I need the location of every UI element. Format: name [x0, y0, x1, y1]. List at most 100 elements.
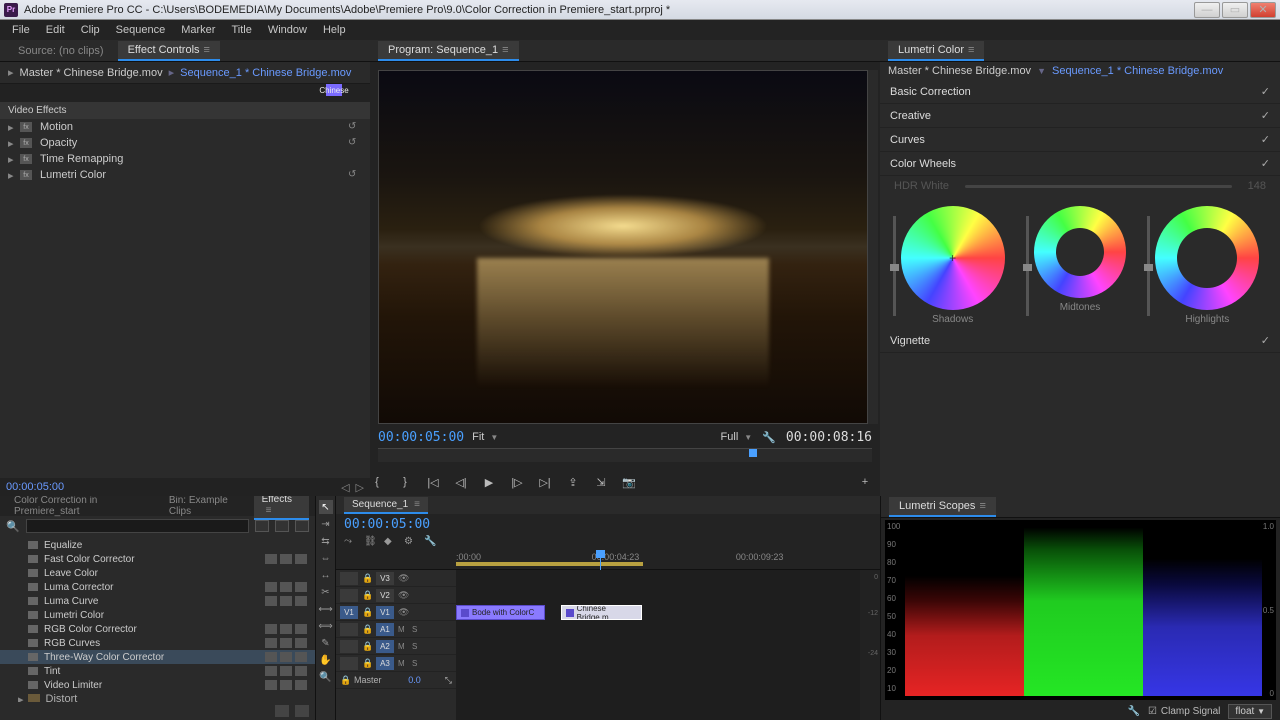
video-preview[interactable]: [378, 70, 868, 424]
zoom-fit-dropdown[interactable]: Fit▼: [472, 431, 498, 443]
filter-32bit-icon[interactable]: [275, 520, 289, 532]
ripple-edit-tool[interactable]: ⇆: [319, 534, 333, 548]
export-frame-button[interactable]: 📷: [622, 475, 636, 489]
effect-motion[interactable]: ▸fxMotion↺: [0, 119, 370, 135]
track-header-a3[interactable]: 🔒A3MS: [336, 655, 456, 672]
lock-icon[interactable]: 🔒: [362, 607, 372, 618]
master-clip-label[interactable]: Master * Chinese Bridge.mov: [888, 65, 1031, 77]
minimize-button[interactable]: —: [1194, 2, 1220, 18]
shadows-color-wheel[interactable]: +: [901, 206, 1005, 310]
twirl-icon[interactable]: ▸: [8, 169, 16, 182]
panel-menu-icon[interactable]: ≡: [204, 44, 210, 56]
program-timecode-current[interactable]: 00:00:05:00: [378, 430, 464, 445]
master-value[interactable]: 0.0: [408, 675, 421, 685]
reset-icon[interactable]: ↺: [348, 137, 362, 149]
maximize-button[interactable]: ▭: [1222, 2, 1248, 18]
wrench-icon[interactable]: 🔧: [762, 431, 776, 444]
panel-menu-icon[interactable]: ≡: [502, 44, 508, 56]
mini-playhead[interactable]: [749, 449, 757, 457]
tab-source[interactable]: Source: (no clips): [8, 42, 114, 60]
midtones-color-wheel[interactable]: [1034, 206, 1126, 298]
add-button[interactable]: +: [858, 475, 872, 489]
snap-icon[interactable]: ⤳: [344, 536, 356, 548]
clip-marker[interactable]: Chinese: [326, 84, 342, 96]
new-bin-icon[interactable]: [275, 705, 289, 717]
eye-icon[interactable]: 👁: [398, 607, 408, 618]
linked-selection-icon[interactable]: ⛓: [364, 536, 376, 548]
track-target[interactable]: V2: [376, 589, 394, 602]
sequence-clip-label[interactable]: Sequence_1 * Chinese Bridge.mov: [1052, 65, 1223, 77]
track-header-v3[interactable]: 🔒 V3 👁: [336, 570, 456, 587]
effects-list[interactable]: EqualizeFast Color CorrectorLeave Color L…: [0, 536, 315, 702]
extract-button[interactable]: ⇲: [594, 475, 608, 489]
check-icon[interactable]: ✓: [1261, 133, 1270, 146]
mark-in-button[interactable]: {: [370, 475, 384, 489]
slip-tool[interactable]: ⟷: [319, 602, 333, 616]
hand-tool[interactable]: ✋: [319, 653, 333, 667]
timeline-content[interactable]: Bode with ColorC Chinese Bridge.m: [456, 570, 860, 720]
pen-tool[interactable]: ✎: [319, 636, 333, 650]
section-curves[interactable]: Curves✓: [880, 128, 1280, 152]
slide-tool[interactable]: ⟺: [319, 619, 333, 633]
menu-help[interactable]: Help: [315, 22, 354, 38]
menu-title[interactable]: Title: [223, 22, 259, 38]
track-header-master[interactable]: 🔒Master0.0⤡: [336, 672, 456, 689]
effect-time-remapping[interactable]: ▸fxTime Remapping: [0, 151, 370, 167]
effect-item[interactable]: Luma Curve: [0, 594, 315, 608]
track-target[interactable]: A2: [376, 640, 394, 653]
tab-program[interactable]: Program: Sequence_1≡: [378, 41, 519, 61]
effect-item[interactable]: Equalize: [0, 538, 315, 552]
eye-icon[interactable]: 👁: [398, 573, 408, 584]
master-clip-label[interactable]: Master * Chinese Bridge.mov: [20, 67, 163, 79]
panel-menu-icon[interactable]: ≡: [968, 44, 974, 56]
fx-badge-icon[interactable]: fx: [20, 154, 32, 164]
zoom-in-icon[interactable]: ▷: [356, 481, 364, 494]
effects-folder[interactable]: ▸Distort: [0, 692, 315, 702]
disclosure-icon[interactable]: ▸: [8, 66, 14, 79]
track-select-tool[interactable]: ⇥: [319, 517, 333, 531]
twirl-icon[interactable]: ▸: [8, 153, 16, 166]
play-button[interactable]: ▶: [482, 475, 496, 489]
fx-badge-icon[interactable]: fx: [20, 122, 32, 132]
mute-button[interactable]: M: [398, 642, 408, 651]
menu-marker[interactable]: Marker: [173, 22, 223, 38]
effect-item[interactable]: Fast Color Corrector: [0, 552, 315, 566]
mark-out-button[interactable]: }: [398, 475, 412, 489]
section-creative[interactable]: Creative✓: [880, 104, 1280, 128]
midtones-luma-slider[interactable]: [1026, 216, 1029, 316]
section-color-wheels[interactable]: Color Wheels✓: [880, 152, 1280, 176]
menu-sequence[interactable]: Sequence: [108, 22, 174, 38]
effect-opacity[interactable]: ▸fxOpacity↺: [0, 135, 370, 151]
zoom-out-icon[interactable]: ◁: [341, 481, 349, 494]
tab-lumetri-scopes[interactable]: Lumetri Scopes≡: [889, 497, 996, 517]
effect-item[interactable]: Video Limiter: [0, 678, 315, 692]
rolling-edit-tool[interactable]: ⇔: [319, 551, 333, 565]
effect-item[interactable]: Three-Way Color Corrector: [0, 650, 315, 664]
scope-mode-dropdown[interactable]: float ▼: [1228, 704, 1272, 719]
step-back-button[interactable]: ◁|: [454, 475, 468, 489]
filter-accelerated-icon[interactable]: [255, 520, 269, 532]
track-target[interactable]: V3: [376, 572, 394, 585]
razor-tool[interactable]: ✂: [319, 585, 333, 599]
filter-yuv-icon[interactable]: [295, 520, 309, 532]
lock-icon[interactable]: 🔒: [362, 573, 372, 584]
eye-icon[interactable]: 👁: [398, 590, 408, 601]
sequence-clip-label[interactable]: Sequence_1 * Chinese Bridge.mov: [180, 67, 351, 79]
track-header-a2[interactable]: 🔒A2MS: [336, 638, 456, 655]
check-icon[interactable]: ✓: [1261, 157, 1270, 170]
monitor-scrollbar[interactable]: [868, 70, 878, 424]
work-area-bar[interactable]: [456, 562, 643, 566]
selection-tool[interactable]: ↖: [319, 500, 333, 514]
clip-chinese-bridge[interactable]: Chinese Bridge.m: [561, 605, 642, 620]
check-icon[interactable]: ✓: [1261, 334, 1270, 347]
timeline-settings-icon[interactable]: ⚙: [404, 536, 416, 548]
menu-clip[interactable]: Clip: [73, 22, 108, 38]
twirl-icon[interactable]: ▸: [18, 693, 24, 703]
wrench-icon[interactable]: 🔧: [1127, 706, 1139, 717]
lock-icon[interactable]: 🔒: [362, 590, 372, 601]
tab-effect-controls[interactable]: Effect Controls≡: [118, 41, 220, 61]
section-vignette[interactable]: Vignette✓: [880, 329, 1280, 353]
effect-item[interactable]: Leave Color: [0, 566, 315, 580]
solo-button[interactable]: S: [412, 625, 422, 634]
clip-bode[interactable]: Bode with ColorC: [456, 605, 545, 620]
